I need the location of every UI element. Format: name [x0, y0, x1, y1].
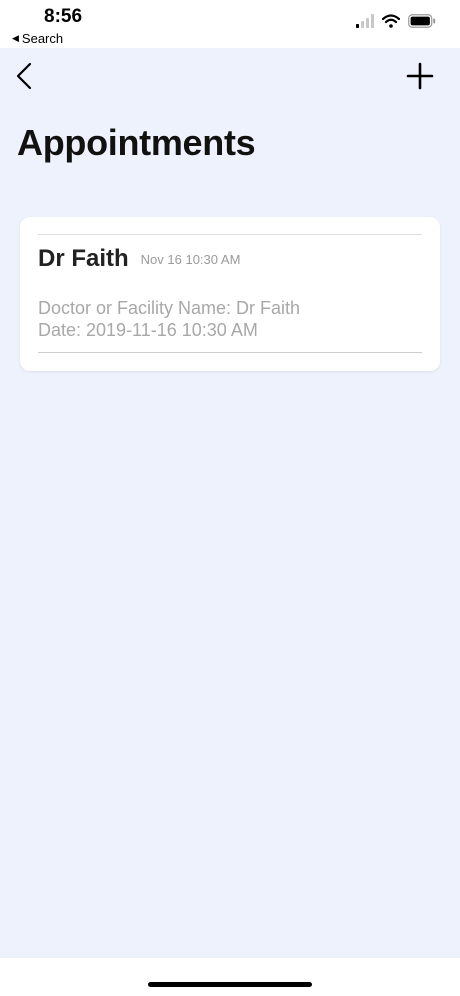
appointment-short-datetime: Nov 16 10:30 AM [140, 252, 241, 267]
status-bar: 8:56 ◀ Search [0, 0, 460, 48]
status-icons [356, 14, 436, 28]
chevron-left-icon [16, 62, 32, 90]
appointments-screen: Appointments Dr Faith Nov 16 10:30 AM Do… [0, 48, 460, 958]
back-triangle-icon: ◀ [12, 33, 19, 43]
appointment-card[interactable]: Dr Faith Nov 16 10:30 AM Doctor or Facil… [20, 217, 440, 371]
back-button[interactable] [14, 60, 38, 92]
signal-icon [356, 14, 374, 28]
card-divider-bottom [38, 352, 422, 353]
wifi-icon [382, 14, 400, 28]
bottom-safe-area [0, 958, 460, 996]
home-indicator[interactable] [148, 982, 312, 987]
card-divider-top [38, 234, 422, 235]
appointment-name: Dr Faith [38, 245, 129, 272]
add-appointment-button[interactable] [406, 62, 434, 90]
status-time: 8:56 [44, 6, 83, 27]
back-to-search-link[interactable]: ◀ Search [12, 31, 63, 46]
battery-icon [408, 14, 436, 28]
appointment-header: Dr Faith Nov 16 10:30 AM [38, 245, 240, 273]
appointment-date: Date: 2019-11-16 10:30 AM [38, 320, 258, 340]
back-to-search-label: Search [21, 31, 64, 46]
plus-icon [406, 62, 434, 90]
appointment-facility: Doctor or Facility Name: Dr Faith [38, 298, 301, 318]
page-title: Appointments [17, 122, 256, 163]
